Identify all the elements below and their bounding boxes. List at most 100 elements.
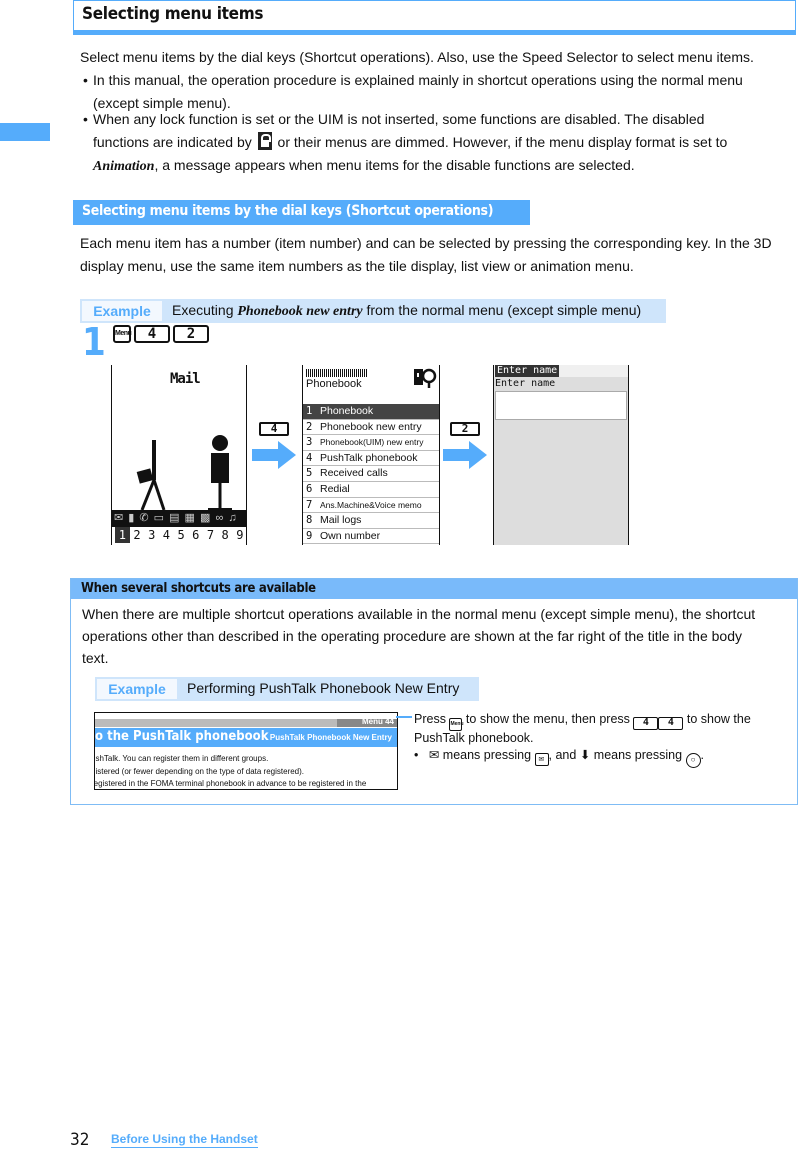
menu-item[interactable]: 4 PushTalk phonebook xyxy=(303,451,439,467)
item-label: Ans.Machine&Voice memo xyxy=(320,499,422,510)
item-label: Mail logs xyxy=(320,514,362,527)
enter-name-screen: Enter name Enter name xyxy=(493,365,629,545)
menu-number[interactable]: 3 xyxy=(144,527,159,543)
section-title: Selecting menu items by the dial keys (S… xyxy=(82,203,494,219)
manual-excerpt-image: Menu 44 o the PushTalk phonebook PushTal… xyxy=(94,712,398,790)
example-label: Example xyxy=(82,301,162,321)
item-number: 3 xyxy=(306,436,313,449)
phonebook-menu-list: 1 Phonebook 2 Phonebook new entry 3 Phonebo… xyxy=(303,404,439,545)
text: display menu, use the same item numbers … xyxy=(80,258,634,274)
screen-title: Enter name xyxy=(495,365,560,377)
text: , and xyxy=(548,748,577,762)
example-text: Executing Phonebook new entry from the n… xyxy=(172,302,641,320)
text: Executing xyxy=(172,302,234,318)
menu-number[interactable]: 2 xyxy=(130,527,145,543)
menu-item[interactable]: 5 Received calls xyxy=(303,466,439,482)
item-label: Received calls xyxy=(320,467,388,480)
section-text: Each menu item has a number (item number… xyxy=(80,232,772,278)
item-label: Redial xyxy=(320,482,350,495)
menu-number[interactable]: 1 xyxy=(115,527,130,543)
item-number: 7 xyxy=(306,498,313,511)
menu-number[interactable]: 5 xyxy=(174,527,189,543)
chapter-tab-marker xyxy=(0,123,50,141)
emphasis-text: Animation xyxy=(93,159,155,174)
bullet-text: functions are indicated by or their menu… xyxy=(93,131,793,154)
menu-number-label: Menu 44 xyxy=(361,717,394,726)
text: PushTalk phonebook. xyxy=(414,731,534,745)
menu-number[interactable]: 6 xyxy=(188,527,203,543)
menu-number[interactable]: 4 xyxy=(159,527,174,543)
dial-key-icon: 4 xyxy=(658,717,684,730)
dial-key-icon: 2 xyxy=(450,422,480,436)
menu-item[interactable]: 1 Phonebook xyxy=(303,404,439,420)
lock-icon xyxy=(257,132,272,150)
menu-key-icon: Menu xyxy=(113,325,132,343)
item-number: 2 xyxy=(306,420,313,433)
menu-item[interactable]: 3 Phonebook(UIM) new entry xyxy=(303,435,439,451)
text: Each menu item has a number (item number… xyxy=(80,235,772,251)
text: . xyxy=(700,748,704,762)
menu-item[interactable]: 7 Ans.Machine&Voice memo xyxy=(303,498,439,514)
bullet-item: • ✉ means pressing ✉, and ⬇ means pressi… xyxy=(414,748,794,768)
page-heading: Selecting menu items xyxy=(73,0,796,35)
dial-key-icon: 4 xyxy=(134,325,170,343)
text: to show the menu, then press xyxy=(465,712,630,726)
note-text: When there are multiple shortcut operati… xyxy=(82,603,794,669)
menu-number[interactable]: 7 xyxy=(203,527,218,543)
menu-number-strip: 123456789 xyxy=(112,527,246,543)
callout-line xyxy=(396,716,412,718)
menu-item[interactable]: 6 Redial xyxy=(303,482,439,498)
phonebook-menu-screen: Phonebook 1 Phonebook 2 Phonebook new entr… xyxy=(302,365,440,545)
text: Press Menu to show the menu, then press … xyxy=(414,712,794,731)
example-bar: Example Performing PushTalk Phonebook Ne… xyxy=(95,677,479,701)
dial-key-icon: 2 xyxy=(173,325,209,343)
step-number: 1 xyxy=(82,320,106,364)
example-text: Performing PushTalk Phonebook New Entry xyxy=(187,680,460,696)
item-label: Phonebook(UIM) new entry xyxy=(320,437,424,448)
text: When there are multiple shortcut operati… xyxy=(82,606,756,622)
bullet-item: • When any lock function is set or the U… xyxy=(83,108,793,178)
text: text. xyxy=(82,650,109,666)
standby-screen: Mail ✉ ▮ ✆ ▭ ▤ ▦ ▩ ∞ ♫ 123456789 xyxy=(111,365,247,545)
excerpt-line: ushTalk. You can register them in differ… xyxy=(94,754,269,763)
menu-item[interactable]: 2 Phonebook new entry xyxy=(303,420,439,436)
menu-icon-strip: ✉ ▮ ✆ ▭ ▤ ▦ ▩ ∞ ♫ xyxy=(112,510,246,527)
screen-title: Phonebook xyxy=(306,378,362,390)
page-title: Selecting menu items xyxy=(82,4,264,24)
phonebook-search-icon xyxy=(414,368,437,388)
text: to show the xyxy=(686,712,751,726)
screen-header-bars xyxy=(306,369,368,377)
menu-item[interactable]: 8 Mail logs xyxy=(303,513,439,529)
text: means pressing xyxy=(593,748,683,762)
menu-key-icon: Menu xyxy=(449,718,464,731)
excerpt-line: registered in the FOMA terminal phoneboo… xyxy=(94,779,367,788)
screen-title: Mail xyxy=(170,371,201,387)
excerpt-title-bar: o the PushTalk phonebook PushTalk Phoneb… xyxy=(95,728,397,747)
item-number: 8 xyxy=(306,514,313,527)
menu-item[interactable]: 9 Own number xyxy=(303,529,439,545)
text: means pressing xyxy=(442,748,532,762)
menu-number[interactable]: 9 xyxy=(233,527,248,543)
name-input[interactable] xyxy=(495,391,627,420)
bullet-text: When any lock function is set or the UIM… xyxy=(93,111,705,127)
field-label: Enter name xyxy=(495,378,556,389)
key-sequence: Menu 4 2 xyxy=(113,325,209,343)
text: , a message appears when menu items for … xyxy=(154,157,635,173)
text: functions are indicated by xyxy=(93,134,252,150)
emphasis-text: Phonebook new entry xyxy=(237,304,363,319)
item-number: 5 xyxy=(306,467,313,480)
note-header: When several shortcuts are available xyxy=(71,579,797,599)
example-label: Example xyxy=(97,679,177,699)
menu-number[interactable]: 8 xyxy=(218,527,233,543)
item-label: PushTalk phonebook xyxy=(320,451,418,464)
bullet-dot: • xyxy=(83,111,88,127)
intro-text: Select menu items by the dial keys (Shor… xyxy=(80,49,754,65)
bullet-dot: • xyxy=(83,72,88,88)
dial-key-icon: 4 xyxy=(259,422,289,436)
section-link[interactable]: Before Using the Handset xyxy=(111,1132,258,1148)
excerpt-shortcut-label: PushTalk Phonebook New Entry xyxy=(269,733,392,742)
mail-icon: ✉ xyxy=(428,748,440,762)
text: from the normal menu (except simple menu… xyxy=(366,302,642,318)
text: Press xyxy=(414,712,446,726)
arrow-right-icon xyxy=(443,441,487,469)
